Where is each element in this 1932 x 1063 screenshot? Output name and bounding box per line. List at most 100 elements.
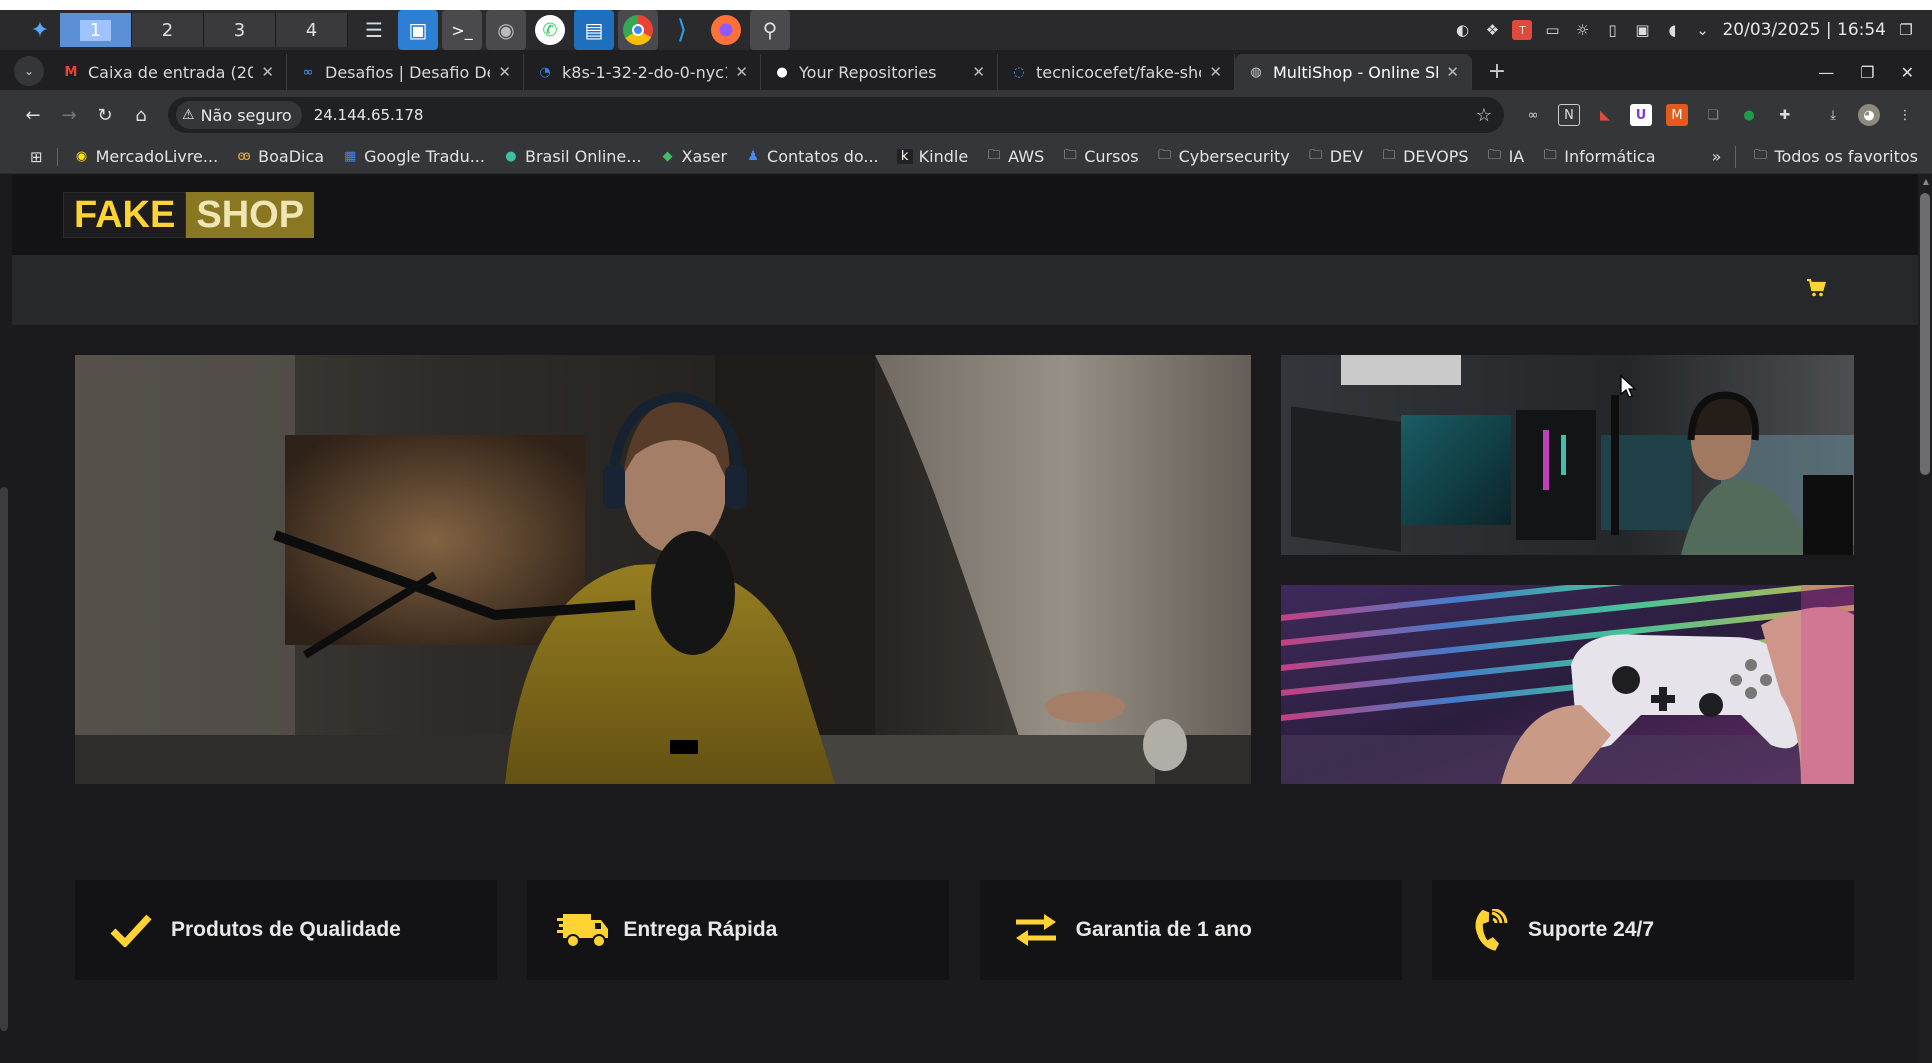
tab-k8s[interactable]: ◔ k8s-1-32-2-do-0-nyc1- ✕ bbox=[524, 54, 761, 90]
download-icon[interactable]: ⤓ bbox=[1822, 104, 1844, 126]
extensions-puzzle-icon[interactable]: ✚ bbox=[1774, 104, 1796, 126]
gmail-icon: M bbox=[64, 64, 78, 80]
back-button[interactable]: ← bbox=[16, 98, 50, 132]
url-text[interactable]: 24.144.65.178 bbox=[314, 106, 424, 124]
extension-notion-icon[interactable]: N bbox=[1558, 104, 1580, 126]
close-icon[interactable]: ✕ bbox=[735, 63, 748, 81]
extension-mendeley-icon[interactable]: ◣ bbox=[1594, 104, 1616, 126]
update-tray-icon[interactable]: ◐ bbox=[1452, 20, 1472, 40]
tab-desafios[interactable]: ∞ Desafios | Desafio De ✕ bbox=[287, 54, 524, 90]
bookmark-google-tradutor[interactable]: ▦ Google Tradu... bbox=[342, 147, 485, 166]
folder-icon: 🗀 bbox=[1543, 147, 1557, 163]
infinity-icon: ∞ bbox=[302, 64, 314, 80]
tab-search-button[interactable]: ⌄ bbox=[14, 56, 44, 86]
workspace-4[interactable]: 4 bbox=[276, 13, 348, 47]
bookmark-mercadolivre[interactable]: ◉ MercadoLivre... bbox=[74, 147, 218, 166]
whatsapp-app-icon[interactable]: ✆ bbox=[530, 10, 570, 50]
truck-icon bbox=[555, 910, 611, 950]
bookmark-xaser[interactable]: ◆ Xaser bbox=[660, 147, 728, 166]
chevron-down-icon[interactable]: ⌄ bbox=[1692, 20, 1712, 40]
mouse-cursor-icon bbox=[1620, 374, 1637, 403]
extension-copy-icon[interactable]: ❏ bbox=[1702, 104, 1724, 126]
close-icon[interactable]: ✕ bbox=[972, 63, 985, 81]
close-icon[interactable]: ✕ bbox=[1446, 63, 1459, 81]
side-banner-gaming-setup[interactable] bbox=[1281, 355, 1854, 555]
bookmark-folder-cybersecurity[interactable]: 🗀 Cybersecurity bbox=[1157, 146, 1290, 168]
restore-icon[interactable]: ❐ bbox=[1860, 63, 1874, 82]
system-menu-icon[interactable]: ✦ bbox=[20, 10, 60, 50]
forward-button[interactable]: → bbox=[52, 98, 86, 132]
tab-multishop[interactable]: ◍ MultiShop - Online Sh ✕ bbox=[1235, 54, 1472, 90]
network-tray-icon[interactable]: ▣ bbox=[1632, 20, 1652, 40]
more-bookmarks-icon[interactable]: » bbox=[1712, 147, 1722, 166]
page-scrollbar-thumb[interactable] bbox=[1920, 193, 1930, 475]
bookmark-star-icon[interactable]: ☆ bbox=[1476, 105, 1492, 126]
app-tray-icon[interactable]: T bbox=[1512, 20, 1533, 40]
security-indicator[interactable]: ⚠ Não seguro bbox=[176, 101, 302, 129]
close-icon[interactable]: ✕ bbox=[498, 63, 511, 81]
usb-tray-icon[interactable]: ▯ bbox=[1602, 20, 1622, 40]
scroll-up-arrow-icon[interactable]: ▲ bbox=[1923, 177, 1929, 186]
warning-icon: ⚠ bbox=[182, 107, 195, 123]
side-banner-keyboard-controller[interactable] bbox=[1281, 585, 1854, 784]
files-app-icon[interactable]: ▤ bbox=[574, 10, 614, 50]
bookmark-folder-ia[interactable]: 🗀 IA bbox=[1487, 146, 1524, 168]
extension-green-icon[interactable]: ● bbox=[1738, 104, 1760, 126]
bookmark-folder-informatica[interactable]: 🗀 Informática bbox=[1542, 146, 1656, 168]
clipboard-tray-icon[interactable]: ❐ bbox=[1896, 20, 1916, 40]
hero-carousel-image[interactable] bbox=[75, 355, 1251, 784]
feature-delivery: Entrega Rápida bbox=[527, 880, 950, 980]
dropbox-tray-icon[interactable]: ❖ bbox=[1482, 20, 1502, 40]
minimize-icon[interactable]: — bbox=[1818, 63, 1834, 82]
extension-m-icon[interactable]: M bbox=[1666, 104, 1688, 126]
link-icon: ◌ bbox=[1013, 64, 1025, 80]
diamond-icon: ◆ bbox=[662, 149, 673, 164]
apps-grid-icon[interactable]: ⊞ bbox=[30, 148, 43, 166]
profile-avatar[interactable]: ◕ bbox=[1858, 104, 1880, 126]
phone-volume-icon bbox=[1460, 909, 1516, 951]
bookmark-contatos[interactable]: ♟ Contatos do... bbox=[745, 147, 878, 166]
close-icon[interactable]: ✕ bbox=[261, 63, 274, 81]
notes-tray-icon[interactable]: ▭ bbox=[1542, 20, 1562, 40]
bookmark-kindle[interactable]: k Kindle bbox=[896, 147, 968, 166]
extension-ublock-icon[interactable]: U bbox=[1630, 104, 1652, 126]
bookmark-folder-devops[interactable]: 🗀 DEVOPS bbox=[1381, 146, 1469, 168]
globe-icon: ● bbox=[505, 149, 517, 164]
kali-app-icon[interactable]: ◉ bbox=[486, 10, 526, 50]
settings-app-icon[interactable]: ☰ bbox=[354, 10, 394, 50]
brightness-tray-icon[interactable]: ☼ bbox=[1572, 20, 1592, 40]
bookmark-folder-cursos[interactable]: 🗀 Cursos bbox=[1062, 146, 1139, 168]
bookmark-boadica[interactable]: ꙭ BoaDica bbox=[236, 147, 325, 166]
workspace-3[interactable]: 3 bbox=[204, 13, 276, 47]
clock[interactable]: 20/03/2025 | 16:54 bbox=[1722, 20, 1886, 40]
tab-repositories[interactable]: ● Your Repositories ✕ bbox=[761, 54, 998, 90]
bookmark-folder-dev[interactable]: 🗀 DEV bbox=[1308, 146, 1363, 168]
shopping-cart-icon[interactable] bbox=[1806, 278, 1826, 302]
left-scrollbar[interactable] bbox=[0, 487, 8, 1031]
tab-fake-shop-repo[interactable]: ◌ tecnicocefet/fake-shop ✕ bbox=[998, 54, 1235, 90]
terminal-app-icon[interactable]: >_ bbox=[442, 10, 482, 50]
chrome-app-icon[interactable] bbox=[618, 10, 658, 50]
browser-menu-icon[interactable]: ⋮ bbox=[1894, 104, 1916, 126]
browser-toolbar: ← → ↻ ⌂ ⚠ Não seguro 24.144.65.178 ☆ ∞ N… bbox=[0, 90, 1932, 140]
close-icon[interactable]: ✕ bbox=[1209, 63, 1222, 81]
vscode-app-icon[interactable]: ⟩ bbox=[662, 10, 702, 50]
firefox-app-icon[interactable] bbox=[706, 10, 746, 50]
tor-app-icon[interactable]: ⚲ bbox=[750, 10, 790, 50]
home-button[interactable]: ⌂ bbox=[124, 98, 158, 132]
bookmark-folder-aws[interactable]: 🗀 AWS bbox=[986, 146, 1045, 168]
tab-gmail[interactable]: M Caixa de entrada (20.2 ✕ bbox=[50, 54, 287, 90]
reload-button[interactable]: ↻ bbox=[88, 98, 122, 132]
site-logo[interactable]: FAKE SHOP bbox=[63, 192, 315, 238]
workspace-2[interactable]: 2 bbox=[132, 13, 204, 47]
volume-tray-icon[interactable]: ◖ bbox=[1662, 20, 1682, 40]
new-tab-button[interactable]: + bbox=[1482, 56, 1512, 86]
owl-icon: ꙭ bbox=[237, 149, 251, 164]
store-app-icon[interactable]: ▣ bbox=[398, 10, 438, 50]
extension-glasses-icon[interactable]: ∞ bbox=[1522, 104, 1544, 126]
address-bar[interactable]: ⚠ Não seguro 24.144.65.178 ☆ bbox=[168, 97, 1504, 133]
workspace-1[interactable]: 1 bbox=[60, 13, 132, 47]
window-close-icon[interactable]: ✕ bbox=[1901, 63, 1914, 82]
bookmark-brasil-online[interactable]: ● Brasil Online... bbox=[503, 147, 641, 166]
bookmark-all-favorites[interactable]: 🗀 Todos os favoritos bbox=[1735, 145, 1918, 168]
